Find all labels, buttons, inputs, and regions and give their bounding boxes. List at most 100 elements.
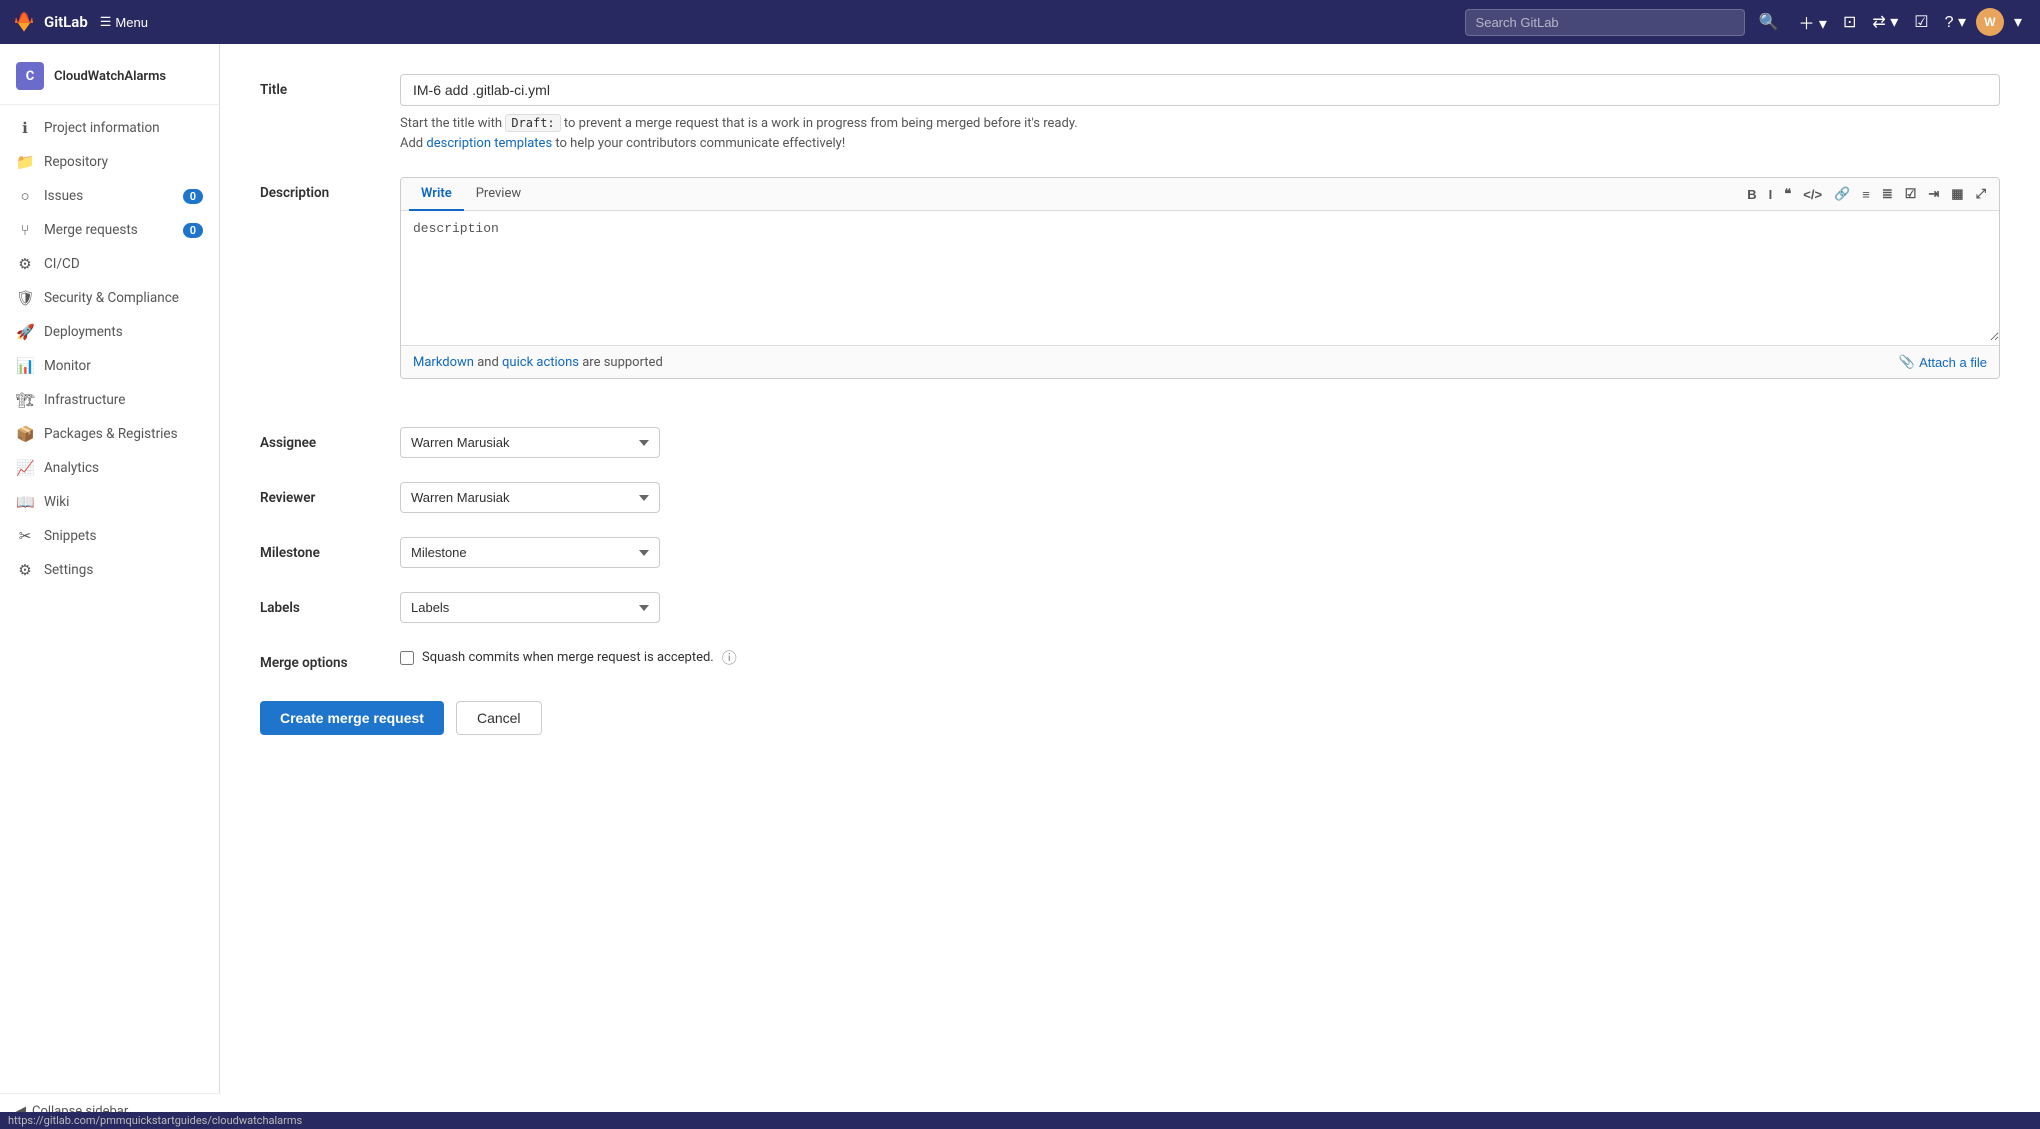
- squash-checkbox[interactable]: [400, 651, 414, 665]
- labels-control-wrap: Labels: [400, 592, 2000, 623]
- sidebar-item-repository[interactable]: 📁 Repository: [0, 145, 219, 179]
- tab-write[interactable]: Write: [409, 178, 464, 211]
- editor-toolbar: B I ❝ </> 🔗 ≡ ≣ ☑ ⇥ ▦ ⤢: [1742, 179, 1991, 209]
- main-content: Title Start the title with Draft: to pre…: [220, 44, 2040, 1129]
- sidebar-item-packages-registries[interactable]: 📦 Packages & Registries: [0, 417, 219, 451]
- search-icon-button[interactable]: 🔍: [1753, 8, 1785, 36]
- attach-icon: 📎: [1899, 354, 1915, 370]
- assignee-label: Assignee: [260, 427, 400, 451]
- reviewer-select[interactable]: Warren Marusiak: [400, 482, 660, 513]
- quick-actions-link[interactable]: quick actions: [502, 355, 579, 370]
- merge-requests-button[interactable]: ⇄ ▾: [1866, 8, 1904, 36]
- milestone-control-wrap: Milestone: [400, 537, 2000, 568]
- user-avatar-button[interactable]: W: [1976, 8, 2004, 36]
- gitlab-logo-icon: [12, 10, 36, 34]
- snippets-icon: ✂: [16, 527, 34, 545]
- repository-icon: 📁: [16, 153, 34, 171]
- sidebar-item-settings[interactable]: ⚙ Settings: [0, 553, 219, 587]
- settings-icon: ⚙: [16, 561, 34, 579]
- title-label: Title: [260, 74, 400, 98]
- milestone-row: Milestone Milestone: [260, 537, 2000, 568]
- assignee-row: Assignee Warren Marusiak: [260, 427, 2000, 458]
- help-button[interactable]: ? ▾: [1939, 8, 1972, 36]
- project-name: CloudWatchAlarms: [54, 69, 166, 84]
- infrastructure-icon: 🏗: [16, 391, 34, 409]
- cicd-icon: ⚙: [16, 255, 34, 273]
- submit-button[interactable]: Create merge request: [260, 701, 444, 735]
- toolbar-fullscreen[interactable]: ⤢: [1971, 183, 1991, 205]
- issues-icon: ○: [16, 187, 34, 205]
- project-avatar: C: [16, 62, 44, 90]
- title-control-wrap: Start the title with Draft: to prevent a…: [400, 74, 2000, 153]
- title-input[interactable]: [400, 74, 2000, 106]
- tab-preview[interactable]: Preview: [464, 178, 533, 211]
- title-row: Title Start the title with Draft: to pre…: [260, 74, 2000, 153]
- editor-tabs: Write Preview B I ❝ </> 🔗 ≡ ≣ ☑ ⇥: [401, 178, 1999, 211]
- toolbar-indent[interactable]: ⇥: [1923, 183, 1944, 205]
- sidebar-item-deployments[interactable]: 🚀 Deployments: [0, 315, 219, 349]
- cancel-button[interactable]: Cancel: [456, 701, 542, 735]
- milestone-select[interactable]: Milestone: [400, 537, 660, 568]
- issues-button[interactable]: ⊡: [1837, 8, 1862, 36]
- attach-file-button[interactable]: 📎 Attach a file: [1899, 354, 1987, 370]
- toolbar-table[interactable]: ▦: [1946, 183, 1968, 205]
- new-button[interactable]: ＋ ▾: [1792, 6, 1832, 38]
- hamburger-icon: ☰: [100, 14, 112, 30]
- sidebar-item-wiki[interactable]: 📖 Wiki: [0, 485, 219, 519]
- status-bar: https://gitlab.com/pmmquickstartguides/c…: [0, 1112, 2040, 1129]
- labels-row: Labels Labels: [260, 592, 2000, 623]
- toolbar-task[interactable]: ☑: [1900, 183, 1922, 205]
- monitor-icon: 📊: [16, 357, 34, 375]
- sidebar-item-cicd[interactable]: ⚙ CI/CD: [0, 247, 219, 281]
- sidebar: C CloudWatchAlarms ℹ Project information…: [0, 44, 220, 1129]
- toolbar-ol[interactable]: ≣: [1877, 183, 1898, 205]
- sidebar-item-merge-requests[interactable]: ⑂ Merge requests 0: [0, 213, 219, 247]
- toolbar-link[interactable]: 🔗: [1829, 183, 1855, 205]
- labels-select[interactable]: Labels: [400, 592, 660, 623]
- reviewer-control-wrap: Warren Marusiak: [400, 482, 2000, 513]
- issues-badge: 0: [183, 189, 203, 204]
- todo-button[interactable]: ☑: [1908, 8, 1934, 36]
- title-hint: Start the title with Draft: to prevent a…: [400, 114, 2000, 153]
- toolbar-code[interactable]: </>: [1798, 184, 1827, 205]
- deployments-icon: 🚀: [16, 323, 34, 341]
- markdown-hint: Markdown and quick actions are supported: [413, 355, 663, 370]
- description-templates-link[interactable]: description templates: [426, 136, 552, 151]
- markdown-link[interactable]: Markdown: [413, 355, 474, 370]
- merge-options-content: Squash commits when merge request is acc…: [400, 647, 2000, 668]
- reviewer-label: Reviewer: [260, 482, 400, 506]
- search-area: 🔍: [1465, 8, 1785, 36]
- milestone-label: Milestone: [260, 537, 400, 561]
- merge-requests-badge: 0: [183, 223, 203, 238]
- sidebar-item-infrastructure[interactable]: 🏗 Infrastructure: [0, 383, 219, 417]
- user-dropdown-icon[interactable]: ▾: [2008, 8, 2028, 36]
- merge-options-control-wrap: Squash commits when merge request is acc…: [400, 647, 2000, 668]
- toolbar-bold[interactable]: B: [1742, 184, 1761, 205]
- form-actions: Create merge request Cancel: [260, 701, 2000, 735]
- sidebar-item-analytics[interactable]: 📈 Analytics: [0, 451, 219, 485]
- labels-label: Labels: [260, 592, 400, 616]
- description-editor: Write Preview B I ❝ </> 🔗 ≡ ≣ ☑ ⇥: [400, 177, 2000, 379]
- project-information-icon: ℹ: [16, 119, 34, 137]
- navbar-icons: ＋ ▾ ⊡ ⇄ ▾ ☑ ? ▾ W ▾: [1792, 6, 2028, 38]
- sidebar-item-project-information[interactable]: ℹ Project information: [0, 111, 219, 145]
- toolbar-quote[interactable]: ❝: [1779, 183, 1796, 205]
- toolbar-italic[interactable]: I: [1764, 184, 1778, 205]
- sidebar-item-snippets[interactable]: ✂ Snippets: [0, 519, 219, 553]
- sidebar-item-issues[interactable]: ○ Issues 0: [0, 179, 219, 213]
- merge-requests-icon: ⑂: [16, 221, 34, 239]
- squash-help-icon[interactable]: ⓘ: [722, 647, 737, 668]
- description-label: Description: [260, 177, 400, 201]
- sidebar-item-monitor[interactable]: 📊 Monitor: [0, 349, 219, 383]
- sidebar-item-security-compliance[interactable]: 🛡 Security & Compliance: [0, 281, 219, 315]
- merge-options-label: Merge options: [260, 647, 400, 671]
- search-input[interactable]: [1465, 9, 1745, 36]
- reviewer-row: Reviewer Warren Marusiak: [260, 482, 2000, 513]
- description-textarea[interactable]: description: [401, 211, 1999, 341]
- menu-button[interactable]: ☰ Menu: [100, 14, 148, 30]
- navbar: GitLab ☰ Menu 🔍 ＋ ▾ ⊡ ⇄ ▾ ☑ ? ▾ W ▾: [0, 0, 2040, 44]
- assignee-select[interactable]: Warren Marusiak: [400, 427, 660, 458]
- squash-label: Squash commits when merge request is acc…: [422, 650, 714, 665]
- packages-registries-icon: 📦: [16, 425, 34, 443]
- toolbar-ul[interactable]: ≡: [1857, 184, 1875, 205]
